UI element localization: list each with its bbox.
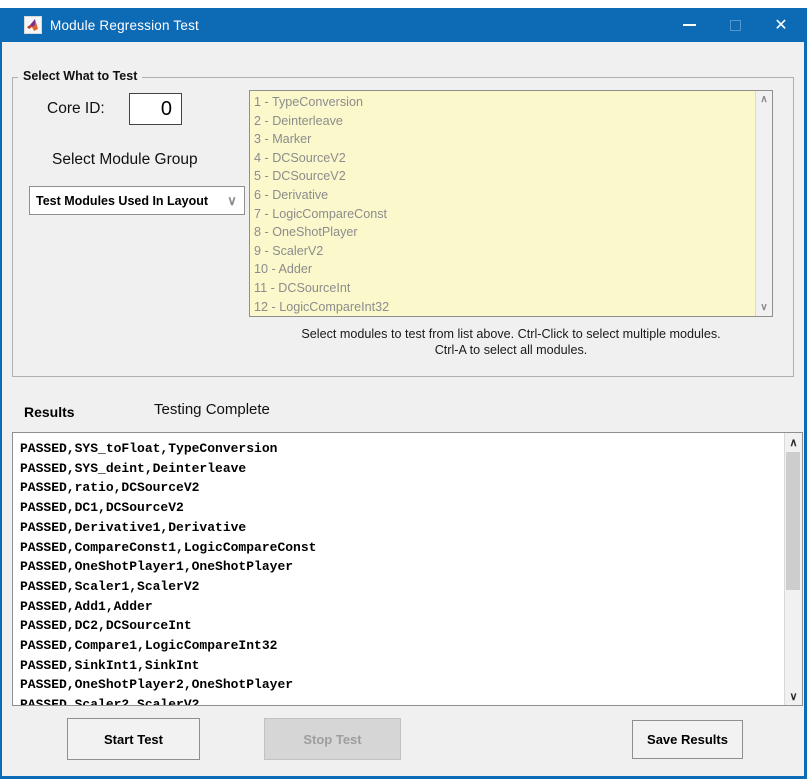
- start-test-button[interactable]: Start Test: [67, 718, 200, 760]
- module-list-item[interactable]: 1 - TypeConversion: [254, 93, 755, 112]
- module-list-item[interactable]: 2 - Deinterleave: [254, 112, 755, 131]
- window-controls: ✕: [666, 8, 804, 42]
- result-row[interactable]: PASSED,SinkInt1,SinkInt: [20, 656, 784, 676]
- result-row[interactable]: PASSED,Derivative1,Derivative: [20, 518, 784, 538]
- module-group-selected-value: Test Modules Used In Layout: [30, 194, 220, 208]
- result-row[interactable]: PASSED,DC1,DCSourceV2: [20, 498, 784, 518]
- minimize-icon: [683, 24, 696, 26]
- results-scrollbar[interactable]: ∧ ∨: [784, 433, 802, 705]
- window-title: Module Regression Test: [50, 18, 199, 33]
- help-line-2: Ctrl-A to select all modules.: [229, 343, 793, 359]
- results-list-items: PASSED,SYS_toFloat,TypeConversionPASSED,…: [13, 433, 784, 705]
- result-row[interactable]: PASSED,SYS_toFloat,TypeConversion: [20, 439, 784, 459]
- module-list-item[interactable]: 7 - LogicCompareConst: [254, 205, 755, 224]
- results-listbox[interactable]: PASSED,SYS_toFloat,TypeConversionPASSED,…: [12, 432, 803, 706]
- module-list-scrollbar[interactable]: ∧ ∨: [755, 91, 772, 316]
- module-group-label: Select Module Group: [52, 151, 198, 169]
- module-listbox[interactable]: 1 - TypeConversion2 - Deinterleave3 - Ma…: [249, 90, 773, 317]
- result-row[interactable]: PASSED,OneShotPlayer1,OneShotPlayer: [20, 557, 784, 577]
- result-row[interactable]: PASSED,OneShotPlayer2,OneShotPlayer: [20, 675, 784, 695]
- maximize-button[interactable]: [712, 8, 758, 42]
- minimize-button[interactable]: [666, 8, 712, 42]
- scrollbar-thumb[interactable]: [786, 452, 800, 590]
- help-line-1: Select modules to test from list above. …: [229, 327, 793, 343]
- module-regression-test-window: Module Regression Test ✕ Select What to …: [0, 8, 807, 779]
- result-row[interactable]: PASSED,CompareConst1,LogicCompareConst: [20, 538, 784, 558]
- result-row[interactable]: PASSED,Scaler1,ScalerV2: [20, 577, 784, 597]
- module-list-item[interactable]: 11 - DCSourceInt: [254, 279, 755, 298]
- result-row[interactable]: PASSED,Compare1,LogicCompareInt32: [20, 636, 784, 656]
- close-button[interactable]: ✕: [758, 8, 804, 42]
- maximize-icon: [730, 20, 741, 31]
- result-row[interactable]: PASSED,Scaler2,ScalerV2: [20, 695, 784, 705]
- scroll-up-icon[interactable]: ∧: [756, 91, 772, 108]
- core-id-label: Core ID:: [47, 100, 105, 118]
- module-list-item[interactable]: 10 - Adder: [254, 260, 755, 279]
- desktop-background: Module Regression Test ✕ Select What to …: [0, 0, 811, 784]
- title-bar[interactable]: Module Regression Test ✕: [2, 8, 804, 42]
- module-list-item[interactable]: 5 - DCSourceV2: [254, 167, 755, 186]
- results-label: Results: [24, 404, 75, 420]
- module-list-item[interactable]: 3 - Marker: [254, 130, 755, 149]
- result-row[interactable]: PASSED,SYS_deint,Deinterleave: [20, 459, 784, 479]
- scroll-down-icon[interactable]: ∨: [785, 687, 802, 705]
- core-id-input[interactable]: 0: [129, 93, 182, 125]
- module-list-items: 1 - TypeConversion2 - Deinterleave3 - Ma…: [250, 91, 755, 316]
- scroll-up-icon[interactable]: ∧: [785, 433, 802, 451]
- result-row[interactable]: PASSED,Add1,Adder: [20, 597, 784, 617]
- save-results-button[interactable]: Save Results: [632, 720, 743, 759]
- result-row[interactable]: PASSED,DC2,DCSourceInt: [20, 616, 784, 636]
- module-list-item[interactable]: 8 - OneShotPlayer: [254, 223, 755, 242]
- module-list-item[interactable]: 9 - ScalerV2: [254, 242, 755, 261]
- matlab-icon: [24, 16, 42, 34]
- testing-status-text: Testing Complete: [154, 401, 270, 418]
- group-legend: Select What to Test: [18, 69, 142, 83]
- chevron-down-icon: ∨: [220, 187, 244, 214]
- scroll-down-icon[interactable]: ∨: [756, 299, 772, 316]
- stop-test-button: Stop Test: [264, 718, 401, 760]
- module-group-dropdown[interactable]: Test Modules Used In Layout ∨: [29, 186, 245, 215]
- module-list-item[interactable]: 12 - LogicCompareInt32: [254, 298, 755, 317]
- module-list-item[interactable]: 6 - Derivative: [254, 186, 755, 205]
- module-list-help-text: Select modules to test from list above. …: [229, 327, 793, 358]
- result-row[interactable]: PASSED,ratio,DCSourceV2: [20, 478, 784, 498]
- module-list-item[interactable]: 4 - DCSourceV2: [254, 149, 755, 168]
